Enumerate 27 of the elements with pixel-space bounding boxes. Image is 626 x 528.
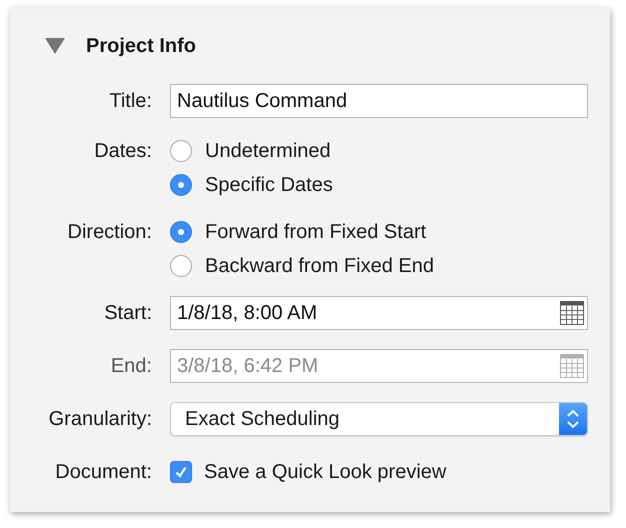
granularity-popup[interactable]: Exact Scheduling bbox=[170, 402, 588, 436]
title-field[interactable]: Nautilus Command bbox=[170, 84, 588, 118]
section-title: Project Info bbox=[86, 34, 196, 58]
radio-button[interactable] bbox=[170, 174, 192, 196]
checkbox-label[interactable]: Save a Quick Look preview bbox=[204, 460, 446, 484]
radio-button[interactable] bbox=[170, 140, 192, 162]
date-value: 3/8/18, 6:42 PM bbox=[177, 354, 318, 378]
checkbox[interactable] bbox=[170, 461, 192, 483]
radio-button[interactable] bbox=[170, 255, 192, 277]
field-label: Granularity: bbox=[48, 407, 152, 432]
up-down-chevron-icon bbox=[566, 408, 580, 430]
radio-label[interactable]: Forward from Fixed Start bbox=[205, 220, 426, 244]
field-label: Start: bbox=[103, 301, 152, 326]
radio-label[interactable]: Specific Dates bbox=[205, 174, 333, 196]
radio-button[interactable] bbox=[170, 221, 192, 243]
field-label: Dates: bbox=[93, 139, 152, 164]
date-field[interactable]: 1/8/18, 8:00 AM bbox=[170, 296, 588, 330]
checkmark-icon bbox=[173, 464, 189, 480]
field-label: Direction: bbox=[66, 220, 152, 245]
field-label: Document: bbox=[54, 460, 152, 485]
calendar-icon[interactable] bbox=[560, 301, 584, 325]
disclosure-triangle-icon[interactable] bbox=[45, 38, 65, 54]
radio-label[interactable]: Backward from Fixed End bbox=[205, 254, 434, 278]
date-value: 1/8/18, 8:00 AM bbox=[177, 302, 318, 324]
field-label: Title: bbox=[108, 89, 152, 114]
field-label: End: bbox=[110, 354, 152, 379]
radio-label[interactable]: Undetermined bbox=[205, 140, 331, 162]
